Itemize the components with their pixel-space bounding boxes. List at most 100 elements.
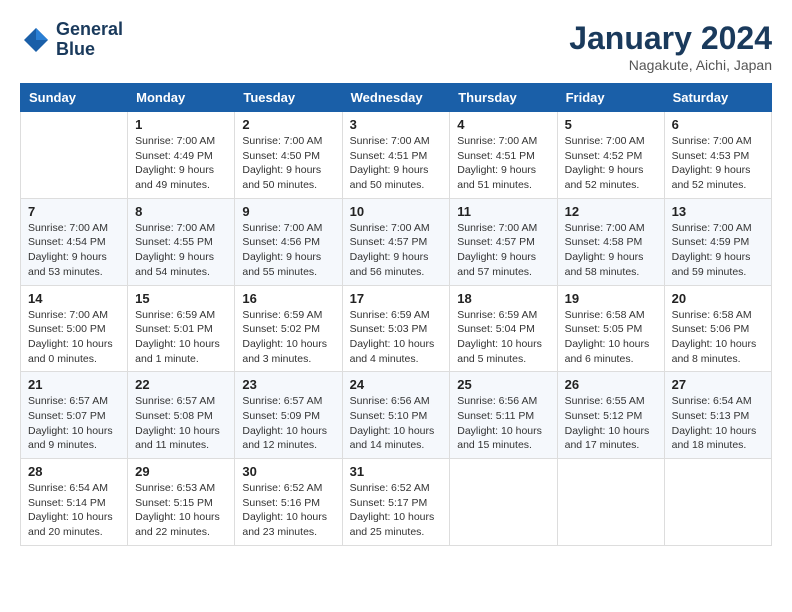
calendar-week-row: 7 Sunrise: 7:00 AMSunset: 4:54 PMDaylight… [21,198,772,285]
calendar-cell: 8 Sunrise: 7:00 AMSunset: 4:55 PMDaylight… [128,198,235,285]
day-info: Sunrise: 6:54 AMSunset: 5:14 PMDaylight:… [28,481,120,540]
column-header-wednesday: Wednesday [342,84,450,112]
day-info: Sunrise: 6:52 AMSunset: 5:17 PMDaylight:… [350,481,443,540]
day-info: Sunrise: 7:00 AMSunset: 5:00 PMDaylight:… [28,308,120,367]
day-number: 11 [457,204,549,219]
calendar-cell: 26Sunrise: 6:55 AMSunset: 5:12 PMDayligh… [557,372,664,459]
month-year-title: January 2024 [569,20,772,57]
calendar-cell: 21 Sunrise: 6:57 AMSunset: 5:07 PMDayligh… [21,372,128,459]
day-number: 13 [672,204,764,219]
day-number: 16 [242,291,334,306]
day-number: 18 [457,291,549,306]
day-info: Sunrise: 7:00 AMSunset: 4:54 PMDaylight:… [28,221,120,280]
calendar-cell: 2 Sunrise: 7:00 AMSunset: 4:50 PMDaylight… [235,112,342,199]
day-info: Sunrise: 7:00 AMSunset: 4:53 PMDaylight:… [672,134,764,193]
calendar-cell: 9 Sunrise: 7:00 AMSunset: 4:56 PMDaylight… [235,198,342,285]
day-info: Sunrise: 7:00 AMSunset: 4:49 PMDaylight:… [135,134,227,193]
calendar-cell: 22 Sunrise: 6:57 AMSunset: 5:08 PMDayligh… [128,372,235,459]
calendar-cell: 19 Sunrise: 6:58 AMSunset: 5:05 PMDayligh… [557,285,664,372]
day-info: Sunrise: 6:57 AMSunset: 5:07 PMDaylight:… [28,394,120,453]
day-info: Sunrise: 6:58 AMSunset: 5:05 PMDaylight:… [565,308,657,367]
day-info: Sunrise: 6:52 AMSunset: 5:16 PMDaylight:… [242,481,334,540]
day-number: 25 [457,377,549,392]
day-info: Sunrise: 6:59 AMSunset: 5:02 PMDaylight:… [242,308,334,367]
day-number: 24 [350,377,443,392]
calendar-cell: 27 Sunrise: 6:54 AMSunset: 5:13 PMDayligh… [664,372,771,459]
day-number: 15 [135,291,227,306]
column-header-sunday: Sunday [21,84,128,112]
column-header-monday: Monday [128,84,235,112]
calendar-cell: 31 Sunrise: 6:52 AMSunset: 5:17 PMDayligh… [342,459,450,546]
calendar-cell: 12 Sunrise: 7:00 AMSunset: 4:58 PMDayligh… [557,198,664,285]
day-number: 22 [135,377,227,392]
day-info: Sunrise: 7:00 AMSunset: 4:55 PMDaylight:… [135,221,227,280]
calendar-week-row: 14 Sunrise: 7:00 AMSunset: 5:00 PMDayligh… [21,285,772,372]
calendar-cell: 15 Sunrise: 6:59 AMSunset: 5:01 PMDayligh… [128,285,235,372]
day-number: 20 [672,291,764,306]
day-number: 30 [242,464,334,479]
day-info: Sunrise: 7:00 AMSunset: 4:51 PMDaylight:… [457,134,549,193]
day-info: Sunrise: 6:56 AMSunset: 5:11 PMDaylight:… [457,394,549,453]
calendar-table: SundayMondayTuesdayWednesdayThursdayFrid… [20,83,772,546]
day-info: Sunrise: 7:00 AMSunset: 4:57 PMDaylight:… [350,221,443,280]
day-number: 2 [242,117,334,132]
calendar-cell: 3Sunrise: 7:00 AMSunset: 4:51 PMDaylight… [342,112,450,199]
calendar-header-row: SundayMondayTuesdayWednesdayThursdayFrid… [21,84,772,112]
calendar-cell: 6 Sunrise: 7:00 AMSunset: 4:53 PMDaylight… [664,112,771,199]
column-header-tuesday: Tuesday [235,84,342,112]
logo-text: General Blue [56,20,123,60]
day-number: 29 [135,464,227,479]
day-number: 31 [350,464,443,479]
calendar-cell: 14 Sunrise: 7:00 AMSunset: 5:00 PMDayligh… [21,285,128,372]
day-number: 7 [28,204,120,219]
calendar-cell [450,459,557,546]
day-number: 27 [672,377,764,392]
day-number: 19 [565,291,657,306]
day-number: 9 [242,204,334,219]
day-info: Sunrise: 6:55 AMSunset: 5:12 PMDaylight:… [565,394,657,453]
calendar-cell: 11 Sunrise: 7:00 AMSunset: 4:57 PMDayligh… [450,198,557,285]
day-number: 6 [672,117,764,132]
day-number: 1 [135,117,227,132]
calendar-week-row: 21 Sunrise: 6:57 AMSunset: 5:07 PMDayligh… [21,372,772,459]
day-number: 4 [457,117,549,132]
day-info: Sunrise: 6:57 AMSunset: 5:08 PMDaylight:… [135,394,227,453]
day-info: Sunrise: 7:00 AMSunset: 4:56 PMDaylight:… [242,221,334,280]
calendar-week-row: 28 Sunrise: 6:54 AMSunset: 5:14 PMDayligh… [21,459,772,546]
day-number: 28 [28,464,120,479]
calendar-cell: 17Sunrise: 6:59 AMSunset: 5:03 PMDayligh… [342,285,450,372]
day-number: 21 [28,377,120,392]
column-header-saturday: Saturday [664,84,771,112]
day-info: Sunrise: 6:59 AMSunset: 5:01 PMDaylight:… [135,308,227,367]
calendar-cell: 29Sunrise: 6:53 AMSunset: 5:15 PMDayligh… [128,459,235,546]
day-info: Sunrise: 7:00 AMSunset: 4:51 PMDaylight:… [350,134,443,193]
calendar-cell: 7 Sunrise: 7:00 AMSunset: 4:54 PMDaylight… [21,198,128,285]
day-info: Sunrise: 7:00 AMSunset: 4:52 PMDaylight:… [565,134,657,193]
calendar-cell: 18Sunrise: 6:59 AMSunset: 5:04 PMDayligh… [450,285,557,372]
day-info: Sunrise: 7:00 AMSunset: 4:59 PMDaylight:… [672,221,764,280]
logo-icon [20,24,52,56]
calendar-cell: 5Sunrise: 7:00 AMSunset: 4:52 PMDaylight… [557,112,664,199]
calendar-cell: 20Sunrise: 6:58 AMSunset: 5:06 PMDayligh… [664,285,771,372]
calendar-cell: 16 Sunrise: 6:59 AMSunset: 5:02 PMDayligh… [235,285,342,372]
calendar-cell: 28 Sunrise: 6:54 AMSunset: 5:14 PMDayligh… [21,459,128,546]
day-number: 12 [565,204,657,219]
calendar-cell [664,459,771,546]
day-info: Sunrise: 6:59 AMSunset: 5:03 PMDaylight:… [350,308,443,367]
day-number: 8 [135,204,227,219]
day-number: 14 [28,291,120,306]
calendar-cell [557,459,664,546]
location-subtitle: Nagakute, Aichi, Japan [569,57,772,73]
day-info: Sunrise: 6:54 AMSunset: 5:13 PMDaylight:… [672,394,764,453]
title-section: January 2024 Nagakute, Aichi, Japan [569,20,772,73]
day-info: Sunrise: 7:00 AMSunset: 4:57 PMDaylight:… [457,221,549,280]
page-header: General Blue January 2024 Nagakute, Aich… [20,20,772,73]
day-info: Sunrise: 7:00 AMSunset: 4:58 PMDaylight:… [565,221,657,280]
column-header-friday: Friday [557,84,664,112]
day-info: Sunrise: 6:56 AMSunset: 5:10 PMDaylight:… [350,394,443,453]
calendar-cell: 23Sunrise: 6:57 AMSunset: 5:09 PMDayligh… [235,372,342,459]
calendar-cell: 10Sunrise: 7:00 AMSunset: 4:57 PMDayligh… [342,198,450,285]
day-info: Sunrise: 7:00 AMSunset: 4:50 PMDaylight:… [242,134,334,193]
day-number: 23 [242,377,334,392]
calendar-cell: 1 Sunrise: 7:00 AMSunset: 4:49 PMDaylight… [128,112,235,199]
